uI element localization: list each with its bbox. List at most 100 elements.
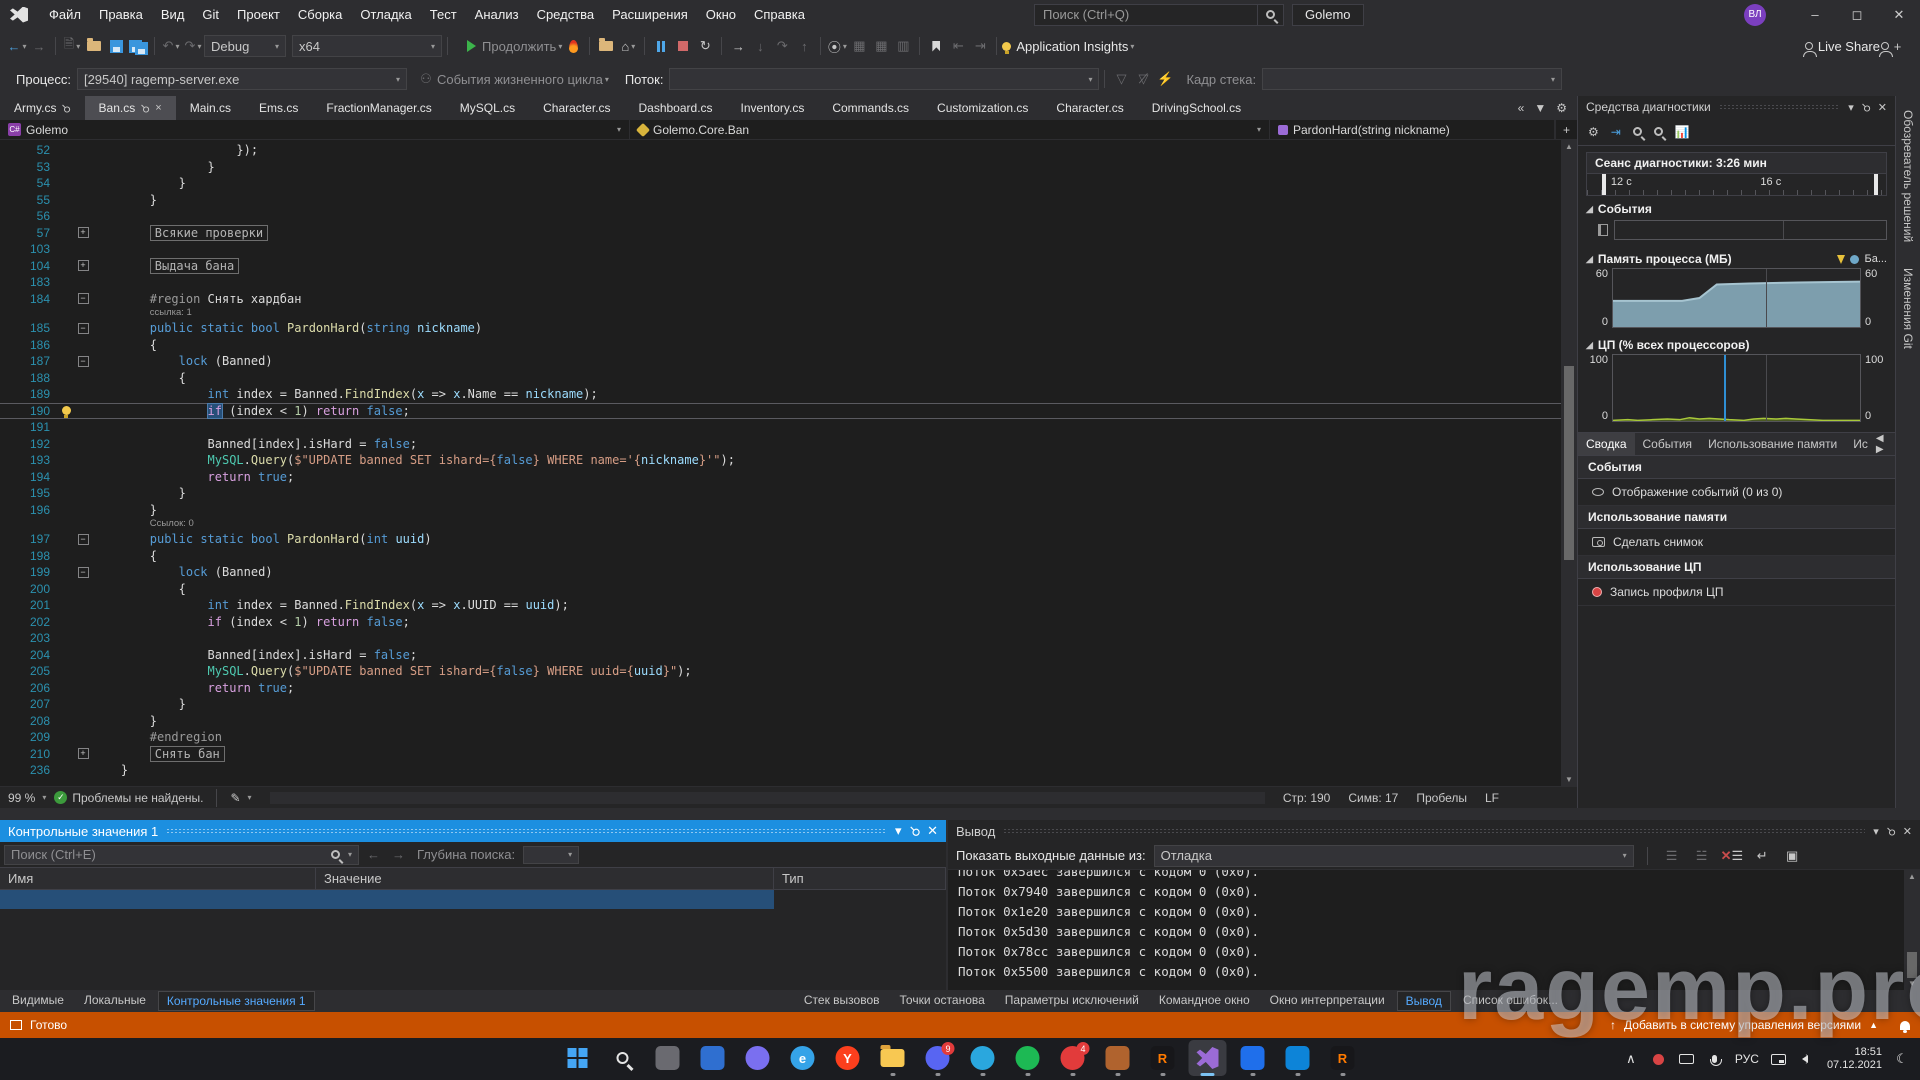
messenger-icon[interactable]: 4 — [1054, 1040, 1092, 1076]
live-share-button[interactable]: Live Share — [1805, 34, 1880, 58]
quick-search-input[interactable]: Поиск (Ctrl+Q) — [1034, 4, 1284, 26]
clear-all-icon[interactable]: ✕☰ — [1721, 844, 1744, 868]
search-depth-dropdown[interactable]: ▾ — [523, 846, 579, 864]
memory-layout-icon[interactable]: ▦ — [848, 34, 870, 58]
configuration-dropdown[interactable]: Debug▾ — [204, 35, 286, 57]
watch-search-input[interactable]: Поиск (Ctrl+E) ▾ — [4, 845, 359, 865]
document-tab[interactable]: Character.cs — [1042, 96, 1137, 120]
menu-item[interactable]: Расширения — [603, 2, 697, 27]
code-line[interactable]: 200{ — [0, 581, 1561, 598]
code-line[interactable]: 204Banned[index].isHard = false; — [0, 647, 1561, 664]
flag-threads-icon[interactable]: ⚡ — [1154, 67, 1176, 91]
document-tab[interactable]: Ban.cs⚲× — [85, 96, 176, 120]
record-cpu-profile-item[interactable]: Запись профиля ЦП — [1578, 579, 1895, 606]
menu-item[interactable]: Справка — [745, 2, 814, 27]
editor-horizontal-scrollbar[interactable] — [270, 792, 1265, 804]
application-insights-button[interactable]: Application Insights▾ — [1002, 34, 1134, 58]
code-line[interactable]: 192Banned[index].isHard = false; — [0, 436, 1561, 453]
bottom-tab[interactable]: Видимые — [4, 991, 72, 1011]
add-collaborator-icon[interactable]: + — [1880, 34, 1902, 58]
document-tab[interactable]: Army.cs⚲ — [0, 96, 85, 120]
telegram-icon[interactable] — [964, 1040, 1002, 1076]
document-tab[interactable]: Ems.cs — [245, 96, 312, 120]
step-out-icon[interactable]: ↑ — [793, 34, 815, 58]
undo-icon[interactable]: ↶▾ — [160, 34, 182, 58]
visual-studio-icon[interactable] — [1189, 1040, 1227, 1076]
menu-item[interactable]: Анализ — [466, 2, 528, 27]
chart-options-icon[interactable]: 📊 — [1675, 125, 1690, 139]
watch-column-header[interactable]: Значение — [316, 868, 774, 889]
bottom-tab[interactable]: Параметры исключений — [997, 991, 1147, 1011]
start-icon[interactable] — [559, 1040, 597, 1076]
stack-frame-dropdown[interactable]: ▾ — [1262, 68, 1562, 90]
code-line[interactable]: 53} — [0, 159, 1561, 176]
clock[interactable]: 18:51 07.12.2021 — [1827, 1046, 1882, 1072]
window-menu-icon[interactable]: ▾ — [1848, 101, 1854, 114]
cpu-section-header[interactable]: ◢ЦП (% всех процессоров) — [1578, 332, 1895, 354]
code-line[interactable]: 190if (index < 1) return false; — [0, 403, 1561, 420]
memory-chart[interactable] — [1612, 268, 1861, 328]
tab-list-icon[interactable]: ▼ — [1534, 101, 1546, 115]
pin-icon[interactable]: ⚲ — [59, 101, 74, 116]
code-line[interactable]: 52}); — [0, 142, 1561, 159]
code-line[interactable]: 194return true; — [0, 469, 1561, 486]
ragemp-icon[interactable]: R — [1144, 1040, 1182, 1076]
language-indicator[interactable]: РУС — [1735, 1052, 1759, 1066]
breadcrumb-member[interactable]: PardonHard(string nickname) — [1270, 120, 1555, 139]
search-icon[interactable] — [331, 850, 340, 859]
ragemp-updater-icon[interactable]: R — [1324, 1040, 1362, 1076]
codelens-row[interactable]: ссылка: 1 — [0, 307, 1561, 320]
code-line[interactable]: 198{ — [0, 548, 1561, 565]
spaces-indicator[interactable]: Пробелы — [1416, 791, 1467, 805]
mail-icon[interactable] — [739, 1040, 777, 1076]
bottom-tab[interactable]: Командное окно — [1151, 991, 1258, 1011]
restore-button[interactable]: ◻ — [1836, 0, 1878, 30]
code-line[interactable]: 195} — [0, 485, 1561, 502]
fold-toggle-icon[interactable]: − — [78, 293, 89, 304]
fold-toggle-icon[interactable]: − — [78, 323, 89, 334]
code-line[interactable]: 196} — [0, 502, 1561, 519]
winrar-icon[interactable] — [1099, 1040, 1137, 1076]
code-line[interactable]: 210+Снять бан — [0, 746, 1561, 763]
zoom-in-icon[interactable] — [1633, 127, 1642, 136]
explorer-folder-icon[interactable] — [874, 1040, 912, 1076]
menu-item[interactable]: Отладка — [351, 2, 420, 27]
settings-gear-icon[interactable]: ⚙ — [1588, 125, 1599, 139]
events-track[interactable] — [1614, 220, 1887, 240]
focus-assist-moon-icon[interactable]: ☾ — [1894, 1051, 1910, 1067]
output-vertical-scrollbar[interactable]: ▲ ▼ — [1904, 870, 1920, 990]
close-icon[interactable]: ✕ — [1878, 101, 1887, 114]
bottom-tab[interactable]: Локальные — [76, 991, 154, 1011]
code-line[interactable]: 56 — [0, 208, 1561, 225]
restart-icon[interactable]: ↻ — [694, 34, 716, 58]
code-line[interactable]: 103 — [0, 241, 1561, 258]
task-view-icon[interactable] — [649, 1040, 687, 1076]
code-line[interactable]: 197−public static bool PardonHard(int uu… — [0, 531, 1561, 548]
stop-debugging-icon[interactable] — [672, 34, 694, 58]
break-all-icon[interactable] — [650, 34, 672, 58]
tray-volume-icon[interactable] — [1799, 1055, 1815, 1063]
code-line[interactable]: 209#endregion — [0, 729, 1561, 746]
collapsed-region-box[interactable]: Всякие проверки — [150, 225, 268, 241]
prev-message-icon[interactable]: ☱ — [1691, 844, 1713, 868]
close-button[interactable]: ✕ — [1878, 0, 1920, 30]
watch-title-bar[interactable]: Контрольные значения 1 ▾ ⚲ ✕ — [0, 820, 946, 842]
code-line[interactable]: 205MySQL.Query($"UPDATE banned SET ishar… — [0, 663, 1561, 680]
toggle-output-icon[interactable]: ▣ — [1781, 844, 1803, 868]
take-snapshot-item[interactable]: Сделать снимок — [1578, 529, 1895, 556]
menu-item[interactable]: Git — [193, 2, 228, 27]
bottom-tab[interactable]: Стек вызовов — [796, 991, 888, 1011]
search-prev-icon[interactable]: ← — [367, 847, 384, 862]
tray-cast-icon[interactable] — [1771, 1054, 1787, 1065]
thread-dropdown[interactable]: ▾ — [669, 68, 1099, 90]
diagnostics-tab[interactable]: События — [1635, 433, 1701, 455]
redo-icon[interactable]: ↷▾ — [182, 34, 204, 58]
next-bookmark-icon[interactable]: ⇥ — [969, 34, 991, 58]
code-line[interactable]: 104+Выдача бана — [0, 258, 1561, 275]
bottom-tab[interactable]: Точки останова — [892, 991, 993, 1011]
zoom-dropdown[interactable]: 99 %▾ — [8, 791, 46, 805]
menu-item[interactable]: Проект — [228, 2, 289, 27]
code-line[interactable]: 186{ — [0, 337, 1561, 354]
code-line[interactable]: 201int index = Banned.FindIndex(x => x.U… — [0, 597, 1561, 614]
save-all-icon[interactable] — [127, 34, 149, 58]
